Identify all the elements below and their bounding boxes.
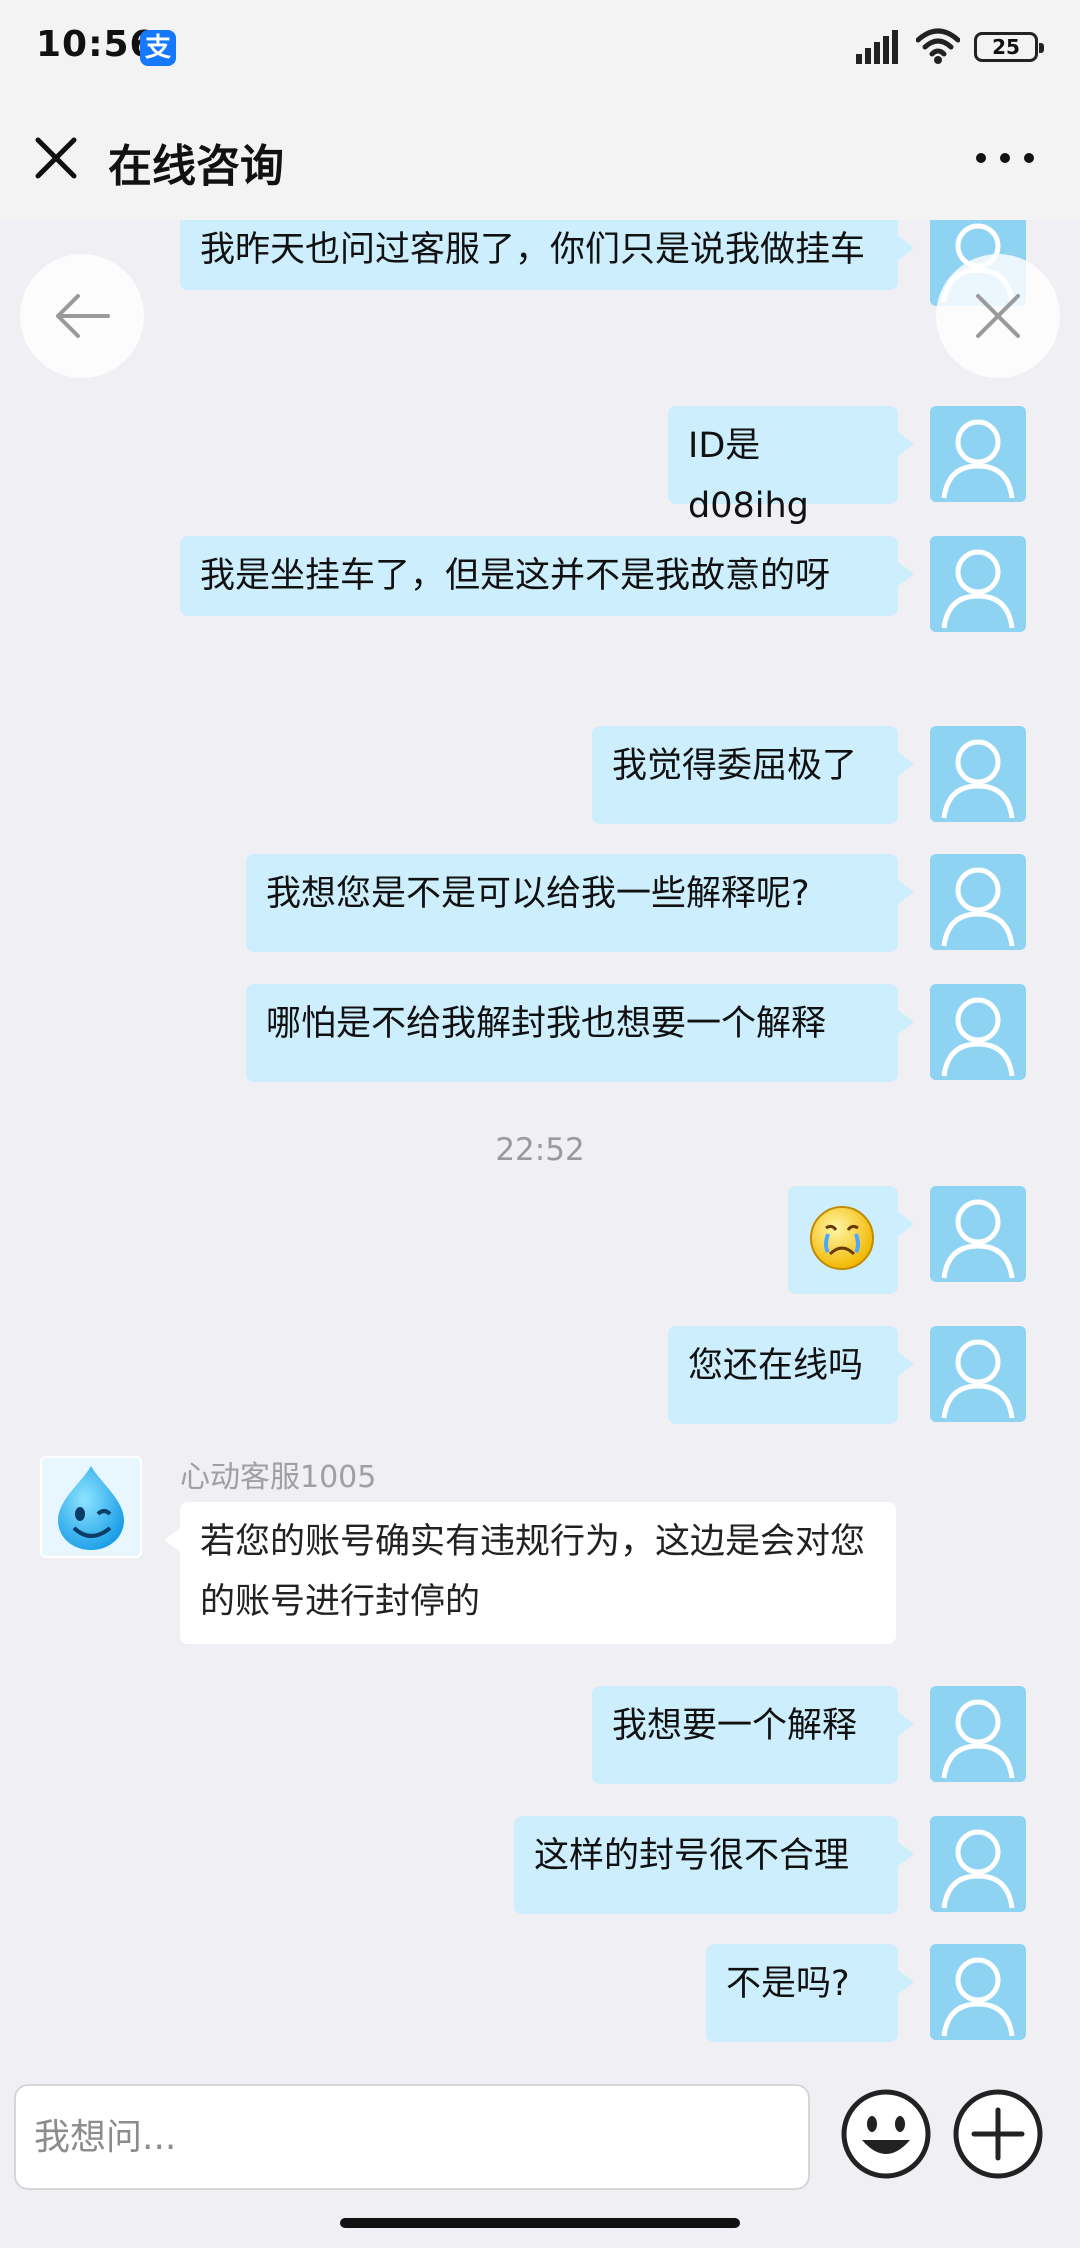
input-bar (0, 2070, 1080, 2210)
user-avatar[interactable] (930, 1686, 1026, 1782)
user-avatar-icon (941, 1199, 1015, 1279)
user-message: 这样的封号很不合理 (514, 1816, 914, 1914)
user-avatar[interactable] (930, 1186, 1026, 1282)
page-title: 在线咨询 (108, 141, 284, 192)
signal-icon (856, 30, 898, 64)
message-input[interactable] (14, 2084, 810, 2190)
status-time: 10:56 (36, 24, 156, 65)
message-timestamp: 22:52 (495, 1132, 585, 1168)
plus-icon[interactable] (952, 2088, 1044, 2180)
close-icon (976, 294, 1020, 338)
user-avatar[interactable] (930, 984, 1026, 1080)
back-button[interactable] (20, 254, 144, 378)
user-message: 我觉得委屈极了 (592, 726, 914, 824)
user-avatar[interactable] (930, 726, 1026, 822)
user-avatar-icon (941, 1957, 1015, 2037)
close-overlay-button[interactable] (936, 254, 1060, 378)
arrow-left-icon (56, 294, 110, 338)
emoji-icon[interactable] (840, 2088, 932, 2180)
user-avatar-icon (941, 1699, 1015, 1779)
user-message: 不是吗? (706, 1944, 914, 2042)
user-avatar[interactable] (930, 1816, 1026, 1912)
more-dot-icon (976, 153, 986, 163)
user-message: ID是d08ihg (668, 406, 914, 526)
agent-message: 若您的账号确实有违规行为，这边是会对您的账号进行封停的 (164, 1502, 896, 1644)
more-button[interactable] (970, 126, 1040, 190)
user-message: 我想您是不是可以给我一些解释呢? (246, 854, 914, 952)
home-indicator[interactable] (340, 2218, 740, 2228)
user-message: 我是坐挂车了，但是这并不是我故意的呀 (180, 536, 914, 616)
agent-avatar[interactable] (40, 1456, 142, 1558)
status-bar: 10:56 支 25 (0, 0, 1080, 96)
user-avatar[interactable] (930, 854, 1026, 950)
user-avatar[interactable] (930, 406, 1026, 502)
user-message: 您还在线吗 (668, 1326, 914, 1424)
user-avatar[interactable] (930, 1944, 1026, 2040)
more-dot-icon (1024, 153, 1034, 163)
alipay-icon: 支 (140, 30, 176, 66)
more-dot-icon (1000, 153, 1010, 163)
user-message-emoji (788, 1186, 914, 1294)
water-drop-mascot-icon (58, 1466, 124, 1550)
user-avatar-icon (941, 867, 1015, 947)
battery-icon: 25 (974, 32, 1044, 62)
user-avatar-icon (941, 739, 1015, 819)
user-avatar-icon (941, 1339, 1015, 1419)
user-avatar[interactable] (930, 536, 1026, 632)
wifi-icon (916, 28, 960, 64)
user-message: 我昨天也问过客服了，你们只是说我做挂车 (180, 220, 914, 290)
chat-area[interactable]: 我昨天也问过客服了，你们只是说我做挂车 ID是d08ihg 我是坐挂车了，但是这… (0, 220, 1080, 2070)
user-message: 哪怕是不给我解封我也想要一个解释 (246, 984, 914, 1082)
user-avatar-icon (941, 419, 1015, 499)
close-icon[interactable] (26, 128, 86, 188)
user-avatar-icon (941, 997, 1015, 1077)
user-avatar[interactable] (930, 1326, 1026, 1422)
header-bar: 在线咨询 (0, 96, 1080, 220)
agent-name: 心动客服1005 (180, 1460, 377, 1495)
user-message: 我想要一个解释 (592, 1686, 914, 1784)
crying-face-emoji (810, 1206, 874, 1270)
user-avatar-icon (941, 1829, 1015, 1909)
user-avatar-icon (941, 549, 1015, 629)
